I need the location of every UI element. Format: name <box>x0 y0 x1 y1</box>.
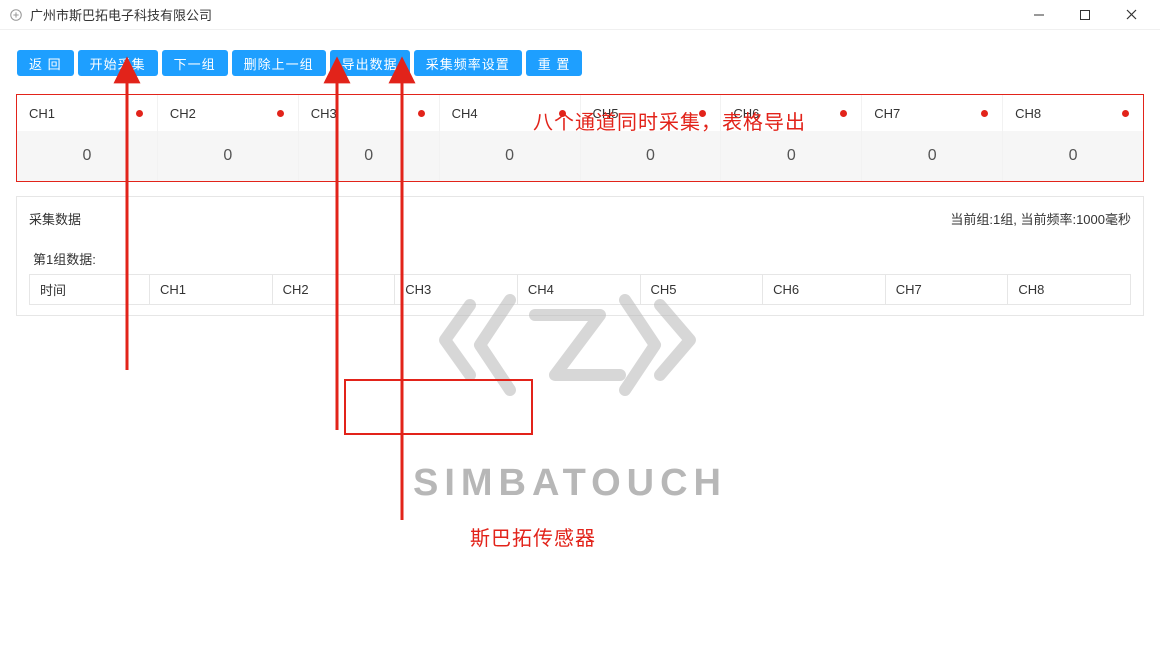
panel-status: 当前组:1组, 当前频率:1000毫秒 <box>950 209 1131 228</box>
col-ch2: CH2 <box>272 275 395 305</box>
window-titlebar: 广州市斯巴拓电子科技有限公司 <box>0 0 1160 30</box>
channel-value: 0 <box>862 131 1002 181</box>
freq-setting-button[interactable]: 采集频率设置 <box>414 50 522 76</box>
status-dot-icon <box>277 110 284 117</box>
delete-prev-group-button[interactable]: 删除上一组 <box>232 50 326 76</box>
app-icon <box>8 7 24 23</box>
channel-value: 0 <box>299 131 439 181</box>
channel-cell: CH1 0 <box>17 95 158 181</box>
status-dot-icon <box>418 110 425 117</box>
col-ch8: CH8 <box>1008 275 1131 305</box>
channel-label: CH4 <box>452 106 478 121</box>
channel-value: 0 <box>158 131 298 181</box>
maximize-button[interactable] <box>1062 0 1108 30</box>
channel-value: 0 <box>581 131 721 181</box>
channel-value: 0 <box>17 131 157 181</box>
col-ch4: CH4 <box>517 275 640 305</box>
toolbar: 返 回 开始采集 下一组 删除上一组 导出数据 采集频率设置 重 置 <box>17 50 1148 76</box>
panel-title: 采集数据 <box>29 209 81 228</box>
channel-label: CH1 <box>29 106 55 121</box>
minimize-button[interactable] <box>1016 0 1062 30</box>
channel-label: CH2 <box>170 106 196 121</box>
export-data-button[interactable]: 导出数据 <box>330 50 410 76</box>
start-collect-button[interactable]: 开始采集 <box>78 50 158 76</box>
col-ch3: CH3 <box>395 275 518 305</box>
channel-cell: CH7 0 <box>862 95 1003 181</box>
channel-cell: CH2 0 <box>158 95 299 181</box>
col-ch7: CH7 <box>885 275 1008 305</box>
group-label: 第1组数据: <box>33 249 1131 268</box>
status-dot-icon <box>136 110 143 117</box>
data-panel: 采集数据 当前组:1组, 当前频率:1000毫秒 第1组数据: 时间 CH1 C… <box>16 196 1144 316</box>
back-button[interactable]: 返 回 <box>17 50 74 76</box>
table-header-row: 时间 CH1 CH2 CH3 CH4 CH5 CH6 CH7 CH8 <box>30 275 1131 305</box>
col-ch1: CH1 <box>150 275 273 305</box>
window-controls <box>1016 0 1154 30</box>
col-ch6: CH6 <box>763 275 886 305</box>
status-dot-icon <box>981 110 988 117</box>
channel-cell: CH8 0 <box>1003 95 1143 181</box>
channel-cell: CH3 0 <box>299 95 440 181</box>
next-group-button[interactable]: 下一组 <box>162 50 228 76</box>
channel-value: 0 <box>1003 131 1143 181</box>
col-ch5: CH5 <box>640 275 763 305</box>
status-dot-icon <box>1122 110 1129 117</box>
data-table: 时间 CH1 CH2 CH3 CH4 CH5 CH6 CH7 CH8 <box>29 274 1131 305</box>
col-time: 时间 <box>30 275 150 305</box>
watermark-subtitle: 斯巴拓传感器 <box>470 522 596 551</box>
close-button[interactable] <box>1108 0 1154 30</box>
channel-value: 0 <box>440 131 580 181</box>
channel-label: CH7 <box>874 106 900 121</box>
channel-value: 0 <box>721 131 861 181</box>
channel-label: CH8 <box>1015 106 1041 121</box>
annotation-headline: 八个通道同时采集，表格导出 <box>533 106 806 135</box>
window-title: 广州市斯巴拓电子科技有限公司 <box>30 5 212 24</box>
reset-button[interactable]: 重 置 <box>526 50 583 76</box>
channel-label: CH3 <box>311 106 337 121</box>
status-dot-icon <box>840 110 847 117</box>
